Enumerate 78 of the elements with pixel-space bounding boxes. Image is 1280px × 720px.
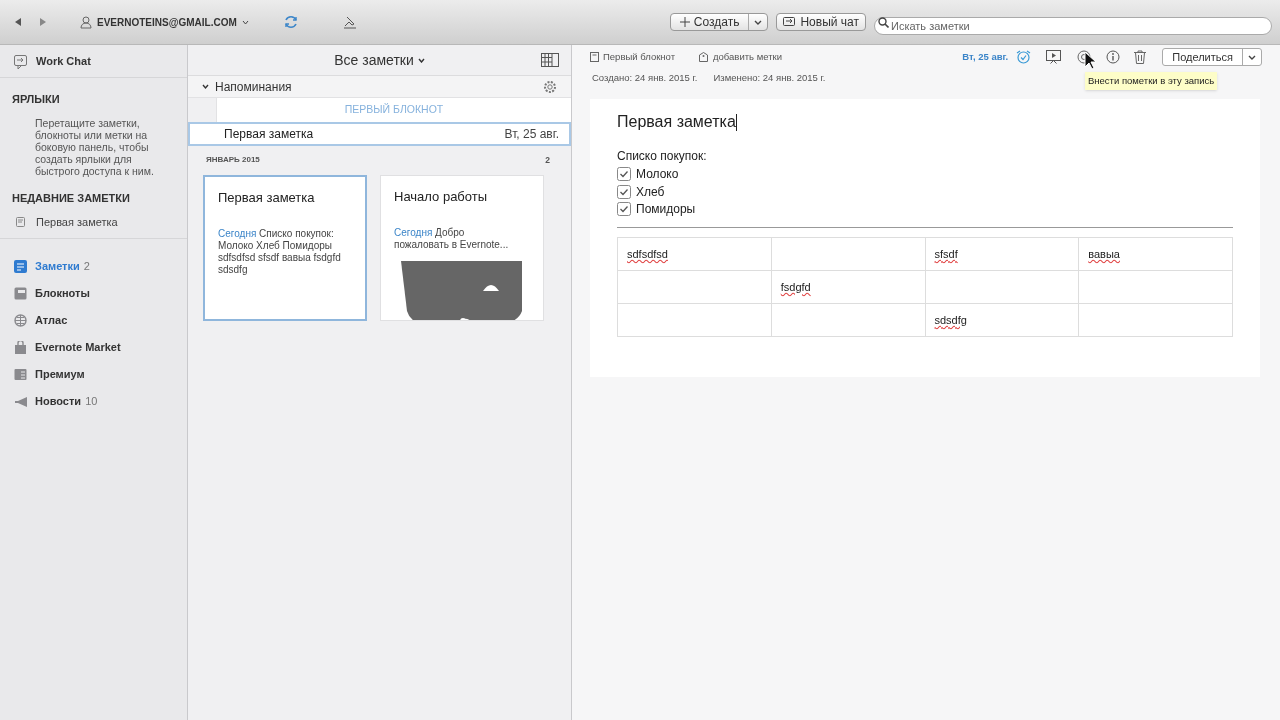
card-snippet: Сегодня Добро пожаловать в Evernote... (393, 227, 510, 252)
nav-item[interactable]: Заметки 2 (0, 253, 187, 280)
note-card[interactable]: Первая заметка Сегодня Списко покупок: Молоко Хлеб Помидоры sdfsdfsd sfsdf вавыа fsdgfd sdsdfg (203, 174, 367, 321)
presentation-icon[interactable] (1046, 50, 1062, 64)
note-title: Первая заметка (617, 112, 736, 133)
nav-item[interactable]: Evernote Market (0, 334, 187, 361)
nav-item[interactable]: Атлас (0, 307, 187, 334)
nav-item[interactable]: Новости 10 (0, 388, 187, 415)
list-title: Списко покупок: (617, 148, 708, 166)
reminder-date: Вт, 25 авг. (962, 49, 1009, 64)
table-cell: вавыа (1078, 237, 1233, 271)
checkbox[interactable] (617, 202, 631, 216)
settings-icon[interactable] (543, 79, 557, 94)
notebook-icon (14, 286, 27, 301)
new-chat-button[interactable]: Новый чат (776, 13, 866, 31)
modified-date: Изменено: 24 янв. 2015 г. (713, 71, 826, 85)
search-field[interactable]: Искать заметки (874, 17, 1272, 35)
view-layout-icon[interactable] (541, 53, 559, 67)
count-label: 10 (85, 394, 98, 410)
checklist-item: Помидоры (636, 201, 696, 218)
forward-icon[interactable] (38, 17, 48, 27)
note-card[interactable]: Начало работы Сегодня Добро пожаловать в Evernote... (380, 174, 544, 321)
notebook-label: ПЕРВЫЙ БЛОКНОТ (344, 102, 444, 118)
nav-item[interactable]: Блокноты (0, 280, 187, 307)
checklist-item: Молоко (636, 166, 679, 183)
pointer-icon (1084, 51, 1097, 70)
nav-item[interactable]: Премиум (0, 361, 187, 388)
note-icon (16, 217, 25, 227)
document-icon (14, 367, 27, 382)
section-heading: ЯРЛЫКИ (11, 92, 61, 107)
table-cell: sdsdfg (925, 303, 1079, 337)
card-snippet: Сегодня Списко покупок: Молоко Хлеб Помидоры sdfsdfsd sfsdf вавыа fsdgfd sdsdfg (217, 228, 342, 277)
checkbox[interactable] (617, 184, 631, 199)
work-chat-item[interactable]: Work Chat (0, 46, 187, 78)
pin-icon[interactable] (342, 15, 357, 29)
table-cell: sfsdf (925, 237, 1079, 271)
created-date: Создано: 24 янв. 2015 г. (592, 71, 698, 85)
count-label: 2 (83, 259, 90, 275)
chat-icon (783, 16, 796, 28)
chat-icon (14, 54, 27, 69)
card-title: Начало работы (393, 187, 489, 206)
globe-icon (14, 313, 27, 328)
caret-icon (202, 83, 209, 90)
notes-view-menu[interactable]: Все заметки (334, 49, 425, 71)
caret-icon (1248, 54, 1256, 60)
back-icon[interactable] (13, 17, 23, 27)
note-icon (14, 259, 27, 274)
sync-icon[interactable] (282, 14, 299, 30)
notebook-icon (590, 52, 599, 62)
tag-icon (699, 52, 708, 62)
account-menu[interactable]: EVERNOTEINS@GMAIL.COM (80, 14, 249, 30)
trash-icon[interactable] (1134, 50, 1147, 64)
checklist-item: Хлеб (636, 183, 665, 201)
caret-icon (241, 19, 249, 25)
caret-icon (417, 57, 425, 63)
plus-icon (679, 17, 690, 27)
alarm-icon[interactable] (1016, 50, 1032, 64)
group-heading: ЯНВАРЬ 2015 (206, 154, 260, 167)
caret-icon (754, 19, 763, 25)
hint-text: Перетащите заметки, блокноты или метки на боковую панель, чтобы создать ярлыки для быстрого доступа к ним. (34, 116, 155, 177)
bag-icon (14, 340, 27, 355)
share-button[interactable]: Поделиться (1163, 49, 1242, 65)
text-cursor (735, 113, 737, 131)
add-tags-button[interactable]: добавить метки (699, 49, 782, 65)
checkbox[interactable] (617, 167, 631, 181)
count-label: 2 (545, 154, 550, 167)
table-cell: sdfsdfsd (617, 237, 772, 271)
tooltip: Внести пометки в эту запись (1085, 72, 1218, 91)
section-heading: НЕДАВНИЕ ЗАМЕТКИ (11, 190, 131, 206)
notebook-selector[interactable]: Первый блокнот (590, 49, 675, 65)
recent-note-item[interactable]: Первая заметка (0, 215, 187, 229)
create-button[interactable]: Создать (670, 14, 749, 30)
card-title: Первая заметка (217, 188, 316, 207)
table-cell: fsdgfd (771, 270, 925, 304)
reminder-item[interactable]: Первая заметка Вт, 25 авг. (188, 122, 571, 146)
user-icon (80, 15, 92, 29)
info-icon[interactable] (1106, 50, 1121, 64)
horn-icon (14, 394, 27, 409)
